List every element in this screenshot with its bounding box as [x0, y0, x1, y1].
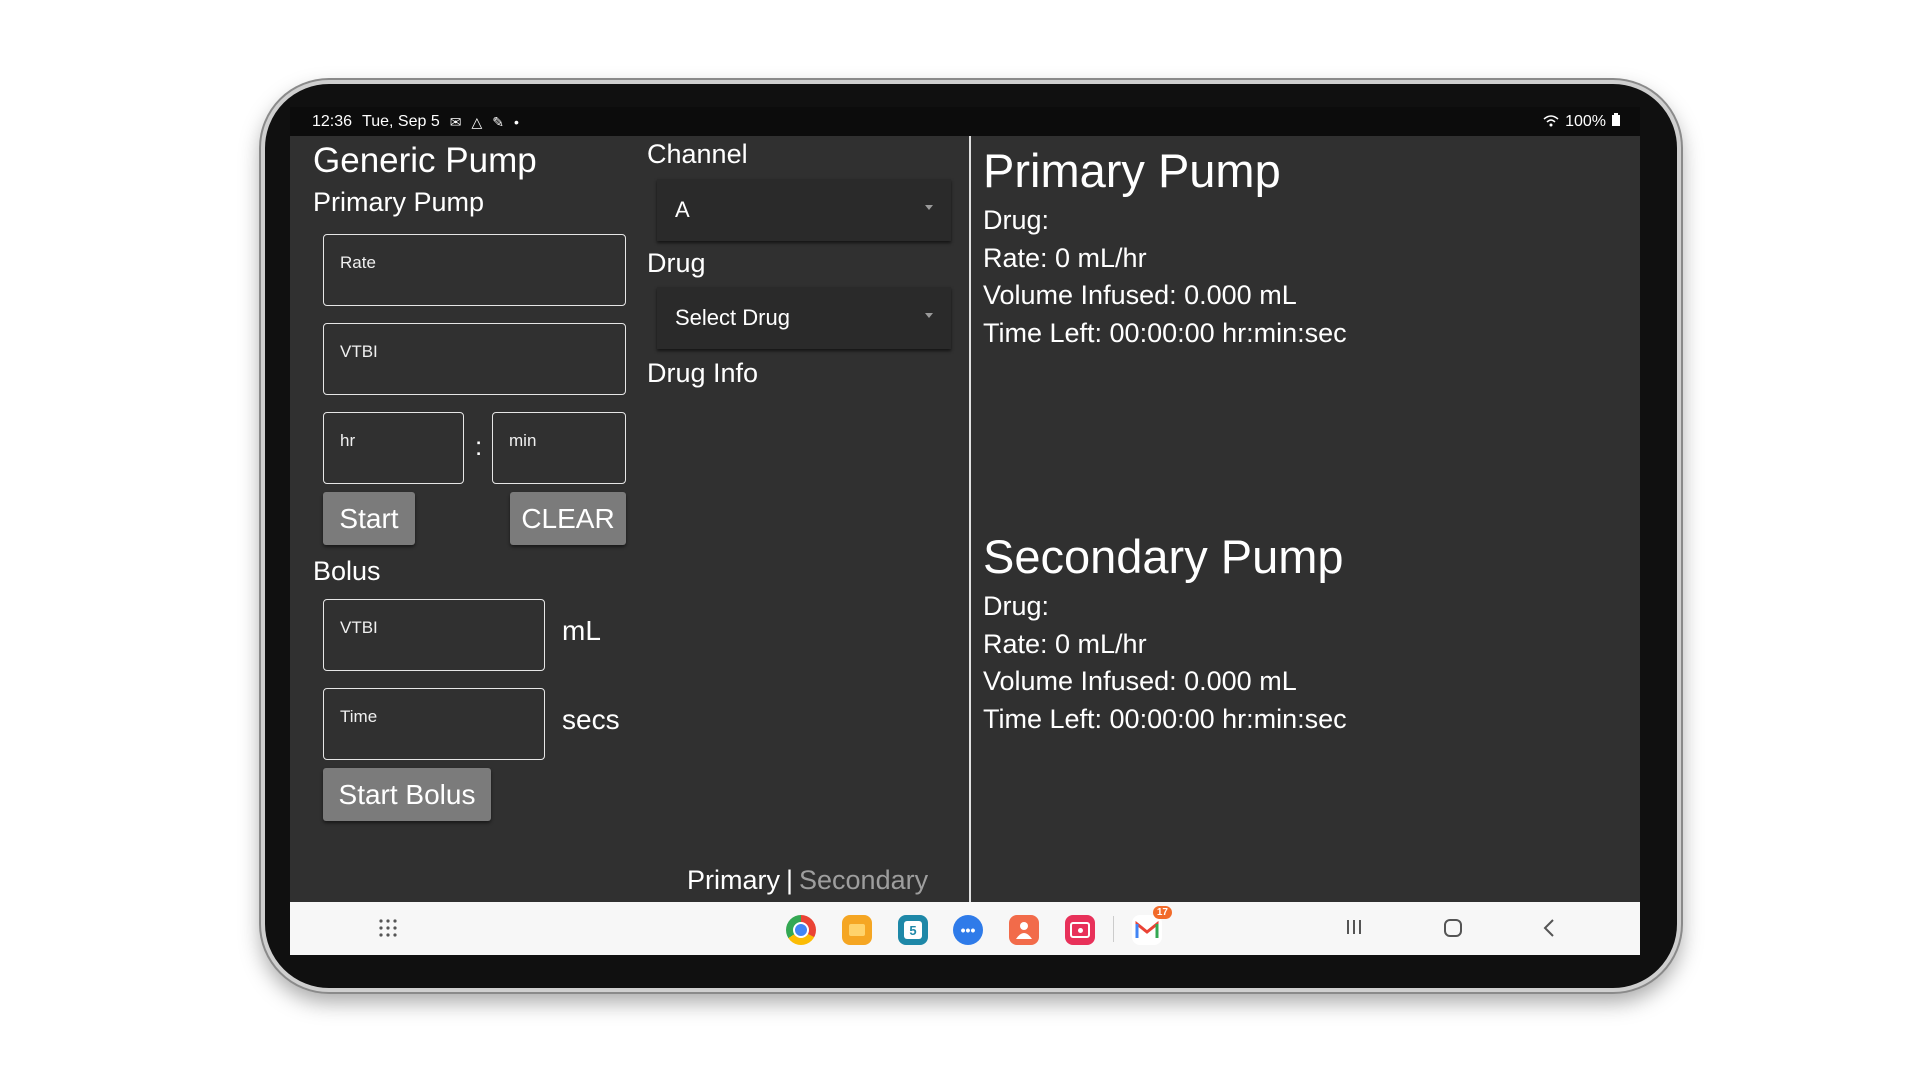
toggle-primary[interactable]: Primary	[687, 865, 780, 896]
chrome-icon[interactable]	[786, 915, 816, 945]
bolus-vtbi-placeholder: VTBI	[340, 618, 378, 637]
gmail-icon[interactable]: 17	[1132, 906, 1172, 945]
primary-pump-heading: Primary Pump	[313, 187, 485, 217]
messages-icon[interactable]: •••	[953, 915, 983, 945]
status-bar: 12:36 Tue, Sep 5 ✉ △ ✎ • 100%	[290, 107, 1640, 136]
status-bar-right: 100%	[1543, 113, 1620, 131]
secondary-drug: Drug:	[983, 591, 1050, 621]
recents-icon[interactable]	[1345, 918, 1363, 941]
secondary-pump-title: Secondary Pump	[983, 530, 1344, 583]
secondary-volume-infused: Volume Infused: 0.000 mL	[983, 666, 1297, 696]
home-icon[interactable]	[1443, 918, 1463, 943]
drug-dropdown[interactable]: Select Drug	[657, 287, 951, 349]
battery-icon	[1612, 113, 1620, 131]
channel-label: Channel	[647, 139, 748, 169]
primary-rate: Rate: 0 mL/hr	[983, 243, 1147, 273]
bolus-time-input[interactable]: Time	[323, 688, 545, 760]
wrench-icon: ✎	[492, 113, 504, 130]
toggle-separator: |	[786, 865, 794, 895]
nav-bar: 5 ••• 17	[290, 902, 1640, 955]
clear-button[interactable]: CLEAR	[510, 492, 626, 545]
secondary-time-left: Time Left: 00:00:00 hr:min:sec	[983, 704, 1347, 734]
gmail-badge: 17	[1152, 906, 1172, 919]
gmail-icon: ✉	[449, 113, 462, 130]
battery-percent: 100%	[1565, 113, 1606, 130]
toggle-secondary[interactable]: Secondary	[799, 865, 928, 896]
rate-placeholder: Rate	[340, 253, 376, 272]
bolus-vtbi-input[interactable]: VTBI	[323, 599, 545, 671]
drug-value: Select Drug	[675, 305, 790, 330]
app-drawer-icon[interactable]	[378, 918, 398, 943]
camera-icon[interactable]	[1065, 915, 1095, 945]
minutes-input[interactable]: min	[492, 412, 626, 484]
chevron-down-icon	[925, 205, 933, 210]
primary-pump-title: Primary Pump	[983, 144, 1281, 197]
status-time: 12:36	[312, 113, 353, 130]
panel-divider	[969, 136, 971, 902]
bolus-vtbi-unit: mL	[562, 615, 601, 646]
contacts-icon[interactable]	[1009, 915, 1039, 945]
status-date: Tue, Sep 5	[362, 113, 440, 130]
chevron-down-icon	[925, 313, 933, 318]
bolus-heading: Bolus	[313, 556, 381, 586]
start-bolus-button[interactable]: Start Bolus	[323, 768, 491, 821]
calendar-icon[interactable]: 5	[898, 915, 928, 945]
vtbi-input[interactable]: VTBI	[323, 323, 626, 395]
calendar-day: 5	[904, 921, 922, 939]
hours-input[interactable]: hr	[323, 412, 464, 484]
app-title: Generic Pump	[313, 141, 537, 180]
dot-icon: •	[513, 114, 519, 130]
channel-value: A	[675, 197, 690, 222]
wifi-icon	[1543, 114, 1559, 130]
rate-input[interactable]: Rate	[323, 234, 626, 306]
time-separator: :	[475, 431, 483, 461]
vtbi-placeholder: VTBI	[340, 342, 378, 361]
primary-drug: Drug:	[983, 205, 1050, 235]
primary-time-left: Time Left: 00:00:00 hr:min:sec	[983, 318, 1347, 348]
minutes-placeholder: min	[509, 431, 537, 450]
status-bar-left: 12:36 Tue, Sep 5 ✉ △ ✎ •	[312, 113, 519, 131]
drive-icon: △	[471, 113, 483, 130]
secondary-rate: Rate: 0 mL/hr	[983, 629, 1147, 659]
drug-info-label: Drug Info	[647, 358, 759, 388]
pump-toggle: Primary | Secondary	[687, 865, 928, 896]
files-icon[interactable]	[842, 915, 872, 945]
app-screen: 12:36 Tue, Sep 5 ✉ △ ✎ • 100% Generic Pu…	[290, 107, 1640, 955]
bolus-time-placeholder: Time	[340, 707, 378, 726]
bolus-time-unit: secs	[562, 704, 620, 735]
back-icon[interactable]	[1541, 918, 1559, 943]
dock-divider	[1113, 916, 1114, 942]
drug-label: Drug	[647, 248, 706, 278]
channel-dropdown[interactable]: A	[657, 179, 951, 241]
hours-placeholder: hr	[340, 431, 356, 450]
primary-volume-infused: Volume Infused: 0.000 mL	[983, 280, 1297, 310]
start-button[interactable]: Start	[323, 492, 415, 545]
